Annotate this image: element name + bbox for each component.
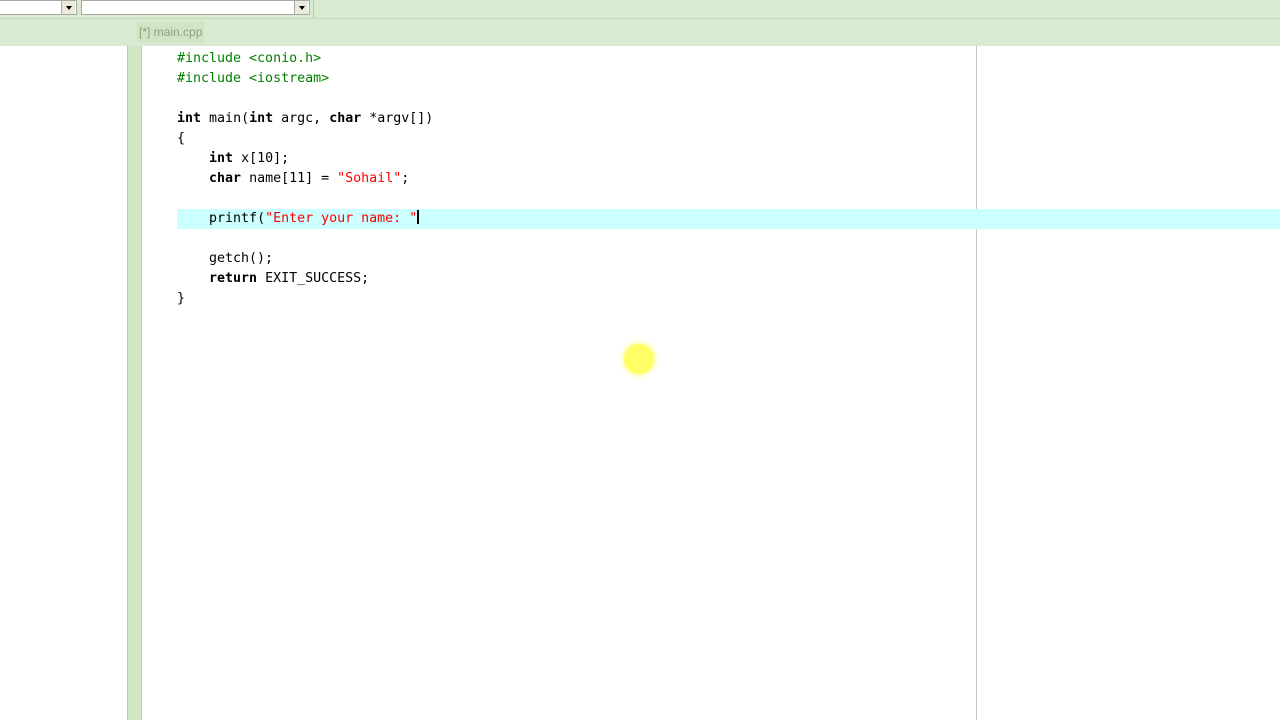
- code-area[interactable]: #include <conio.h> #include <iostream> i…: [177, 49, 1280, 309]
- toolbar: [0, 0, 1280, 19]
- keyword-token: int: [177, 111, 202, 126]
- keyword-token: return: [209, 271, 258, 286]
- code-line: char name[11] = "Sohail";: [209, 171, 410, 186]
- keyword-token: char: [209, 171, 242, 186]
- code-line: }: [177, 291, 186, 306]
- code-line: return EXIT_SUCCESS;: [209, 271, 370, 286]
- editor-gutter[interactable]: [128, 46, 142, 720]
- mouse-cursor-highlight: [624, 344, 654, 374]
- chevron-down-icon[interactable]: [294, 1, 308, 14]
- code-line: #include <iostream>: [177, 69, 433, 89]
- code-line: getch();: [177, 251, 274, 266]
- tab-strip: [*] main.cpp: [0, 19, 1280, 46]
- class-combo[interactable]: [0, 0, 77, 15]
- toolbar-separator: [313, 0, 314, 18]
- code-editor[interactable]: #include <conio.h> #include <iostream> i…: [142, 46, 1280, 720]
- code-line: int x[10];: [209, 151, 290, 166]
- tab-main-cpp[interactable]: [*] main.cpp: [137, 22, 205, 42]
- text-caret: [417, 210, 420, 224]
- right-margin-line: [976, 46, 977, 720]
- code-line: int main(int argc, char *argv[]): [177, 111, 434, 126]
- code-line: #include <conio.h>: [177, 49, 433, 69]
- code-line-active: printf("Enter your name: ": [177, 209, 1280, 229]
- preprocessor-token: #include <conio.h>: [177, 51, 322, 66]
- preprocessor-token: #include <iostream>: [177, 71, 330, 86]
- string-literal: "Enter your name: ": [265, 211, 418, 226]
- keyword-token: int: [249, 111, 274, 126]
- keyword-token: int: [209, 151, 234, 166]
- project-browser-panel[interactable]: [0, 46, 128, 720]
- chevron-down-icon[interactable]: [61, 1, 75, 14]
- keyword-token: char: [329, 111, 362, 126]
- string-literal: "Sohail": [337, 171, 402, 186]
- code-line: {: [177, 131, 186, 146]
- member-combo[interactable]: [81, 0, 310, 15]
